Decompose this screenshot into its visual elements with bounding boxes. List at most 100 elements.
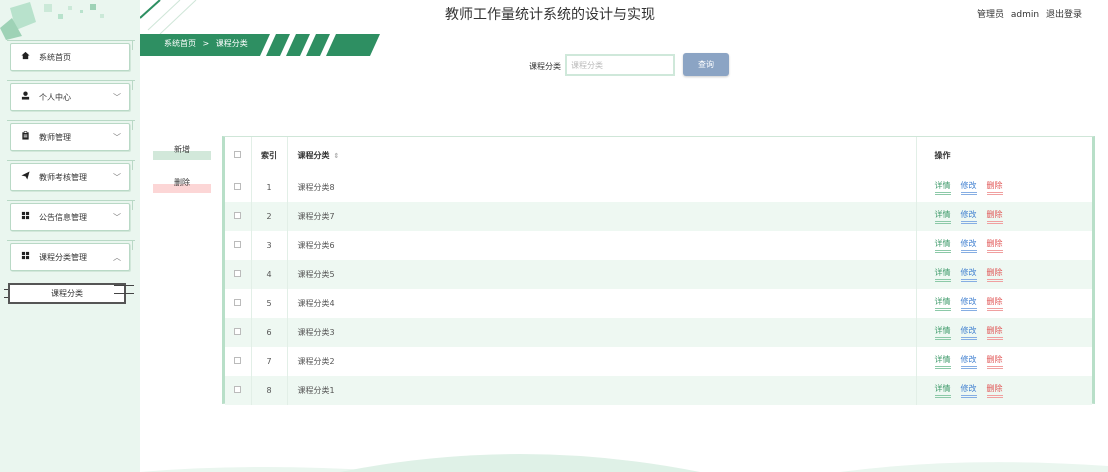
delete-link[interactable]: 删除 [986,267,1003,282]
delete-link[interactable]: 删除 [986,180,1003,195]
sidebar-item-home[interactable]: 系统首页 [7,40,135,71]
sidebar-item-label: 公告信息管理 [39,212,87,222]
delete-link[interactable]: 删除 [986,209,1003,224]
table-row: 3 课程分类6 详情 修改 删除 [225,231,1092,260]
row-index: 5 [251,289,288,318]
row-checkbox[interactable] [234,328,242,335]
header-index: 索引 [251,137,288,173]
sidebar-item-label: 系统首页 [39,52,71,62]
detail-link[interactable]: 详情 [934,296,951,311]
row-name: 课程分类2 [287,347,917,376]
sidebar-item-label: 教师考核管理 [39,172,87,182]
row-name: 课程分类5 [287,260,917,289]
edit-link[interactable]: 修改 [960,383,977,398]
row-actions: 详情 修改 删除 [916,202,1092,231]
edit-link[interactable]: 修改 [960,354,977,369]
table-row: 7 课程分类2 详情 修改 删除 [225,347,1092,376]
sidebar-item-assessment[interactable]: 教师考核管理 ﹀ [7,160,135,191]
detail-link[interactable]: 详情 [934,383,951,398]
detail-link[interactable]: 详情 [934,325,951,340]
edit-link[interactable]: 修改 [960,325,977,340]
user-name: admin [1010,10,1040,20]
search-button[interactable]: 查询 [683,53,729,76]
table-row: 1 课程分类8 详情 修改 删除 [225,173,1092,202]
row-actions: 详情 修改 删除 [916,376,1092,405]
delete-link[interactable]: 删除 [986,238,1003,253]
add-button[interactable]: 新增 [153,142,211,160]
header-actions: 操作 [934,150,951,160]
breadcrumb: 系统首页 > 课程分类 [164,38,252,49]
header-name[interactable]: 课程分类 ⇕ [287,137,917,173]
delete-link[interactable]: 删除 [986,383,1003,398]
detail-link[interactable]: 详情 [934,354,951,369]
clipboard-icon [19,131,31,143]
table-row: 2 课程分类7 详情 修改 删除 [225,202,1092,231]
row-checkbox-cell [225,376,252,405]
select-all-checkbox[interactable] [234,150,242,158]
breadcrumb-current: 课程分类 [215,39,248,48]
row-name: 课程分类6 [287,231,917,260]
row-actions: 详情 修改 删除 [916,260,1092,289]
row-index: 1 [251,173,288,202]
logout-link[interactable]: 退出登录 [1046,10,1082,20]
row-checkbox[interactable] [234,241,242,248]
row-index: 2 [251,202,288,231]
row-actions: 详情 修改 删除 [916,318,1092,347]
delete-link[interactable]: 删除 [986,325,1003,340]
detail-link[interactable]: 详情 [934,209,951,224]
edit-link[interactable]: 修改 [960,180,977,195]
row-checkbox-cell [225,173,252,202]
table-row: 4 课程分类5 详情 修改 删除 [225,260,1092,289]
delete-link[interactable]: 删除 [986,296,1003,311]
detail-link[interactable]: 详情 [934,238,951,253]
row-checkbox-cell [225,231,252,260]
edit-link[interactable]: 修改 [960,267,977,282]
row-name: 课程分类4 [287,289,917,318]
table-row: 6 课程分类3 详情 修改 删除 [225,318,1092,347]
row-checkbox-cell [225,202,252,231]
edit-link[interactable]: 修改 [960,238,977,253]
data-table: 索引 课程分类 ⇕ 操作 1 课程分类8 详情 修改 删除 2 课程分类7 详情 修改 删除 3 课程分… [222,136,1095,405]
user-area: 管理员 admin 退出登录 [973,7,1082,20]
batch-delete-button[interactable]: 删除 [153,175,211,193]
row-index: 3 [251,231,288,260]
row-checkbox-cell [225,318,252,347]
logo-decoration [0,2,104,40]
sidebar-item-course-category[interactable]: 课程分类管理 ︿ [7,240,135,271]
detail-link[interactable]: 详情 [934,267,951,282]
row-checkbox-cell [225,260,252,289]
edit-link[interactable]: 修改 [960,209,977,224]
breadcrumb-home[interactable]: 系统首页 [164,39,196,48]
row-checkbox[interactable] [234,357,242,364]
table-row: 5 课程分类4 详情 修改 删除 [225,289,1092,318]
row-checkbox[interactable] [234,386,242,393]
sort-icon[interactable]: ⇕ [334,152,340,160]
chevron-down-icon: ﹀ [113,92,121,102]
breadcrumb-separator: > [202,39,210,48]
bottom-wave-decoration [140,454,1108,472]
submenu-decoration-right [114,285,134,294]
detail-link[interactable]: 详情 [934,180,951,195]
sidebar-item-announcement[interactable]: 公告信息管理 ﹀ [7,200,135,231]
chevron-down-icon: ﹀ [113,172,121,182]
row-checkbox[interactable] [234,299,242,306]
user-role: 管理员 [977,10,1005,20]
row-index: 8 [251,376,288,405]
table-row: 8 课程分类1 详情 修改 删除 [225,376,1092,405]
sidebar-item-label: 个人中心 [39,92,71,102]
chevron-down-icon: ﹀ [113,212,121,222]
sidebar-item-teacher[interactable]: 教师管理 ﹀ [7,120,135,151]
delete-link[interactable]: 删除 [986,354,1003,369]
chevron-down-icon: ﹀ [113,132,121,142]
row-checkbox[interactable] [234,183,242,190]
row-checkbox[interactable] [234,212,242,219]
row-actions: 详情 修改 删除 [916,289,1092,318]
row-checkbox[interactable] [234,270,242,277]
sidebar-item-profile[interactable]: 个人中心 ﹀ [7,80,135,111]
header-name-label: 课程分类 [297,150,330,160]
row-name: 课程分类1 [287,376,917,405]
search-input[interactable] [565,54,675,76]
edit-link[interactable]: 修改 [960,296,977,311]
row-index: 4 [251,260,288,289]
submenu-item-course-category[interactable]: 课程分类 [8,283,126,304]
